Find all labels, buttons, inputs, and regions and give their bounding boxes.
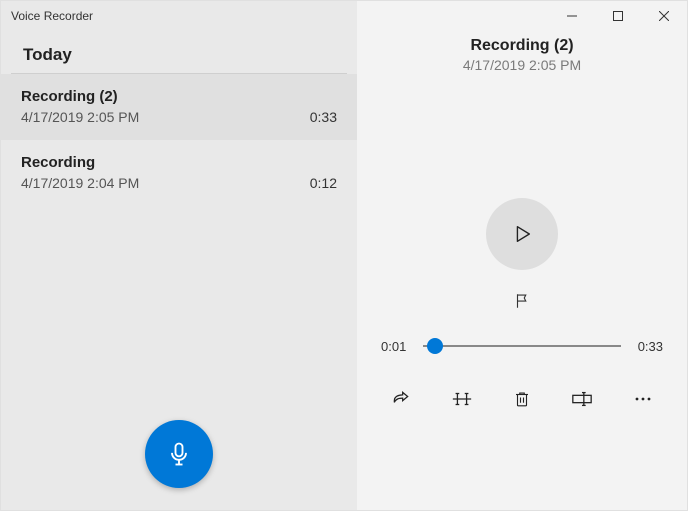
rename-icon bbox=[571, 391, 593, 407]
add-marker-button[interactable] bbox=[357, 292, 687, 310]
recording-title: Recording (2) bbox=[21, 88, 139, 105]
recording-date: 4/17/2019 2:05 PM bbox=[21, 109, 139, 125]
maximize-icon bbox=[613, 11, 623, 21]
minimize-button[interactable] bbox=[549, 1, 595, 31]
section-header: Today bbox=[11, 31, 347, 74]
detail-title: Recording (2) bbox=[357, 37, 687, 55]
play-icon bbox=[511, 223, 533, 245]
recordings-panel: Voice Recorder Today Recording (2) 4/17/2… bbox=[1, 1, 357, 510]
trim-button[interactable] bbox=[442, 379, 482, 419]
seek-thumb[interactable] bbox=[427, 338, 443, 354]
seek-track bbox=[423, 345, 621, 347]
recording-duration: 0:12 bbox=[310, 175, 337, 191]
recording-item[interactable]: Recording 4/17/2019 2:04 PM 0:12 bbox=[1, 140, 357, 206]
more-button[interactable] bbox=[623, 379, 663, 419]
maximize-button[interactable] bbox=[595, 1, 641, 31]
microphone-icon bbox=[165, 440, 193, 468]
app-title: Voice Recorder bbox=[11, 9, 93, 23]
share-icon bbox=[391, 389, 411, 409]
seek-slider[interactable] bbox=[423, 336, 621, 356]
recording-title: Recording bbox=[21, 154, 139, 171]
share-button[interactable] bbox=[381, 379, 421, 419]
trash-icon bbox=[513, 389, 531, 409]
record-button[interactable] bbox=[145, 420, 213, 488]
recording-date: 4/17/2019 2:04 PM bbox=[21, 175, 139, 191]
more-icon bbox=[634, 396, 652, 402]
minimize-icon bbox=[567, 11, 577, 21]
play-button[interactable] bbox=[486, 198, 558, 270]
trim-icon bbox=[451, 391, 473, 407]
action-toolbar bbox=[357, 372, 687, 426]
close-button[interactable] bbox=[641, 1, 687, 31]
detail-date: 4/17/2019 2:05 PM bbox=[357, 57, 687, 73]
recording-duration: 0:33 bbox=[310, 109, 337, 125]
window-controls bbox=[549, 1, 687, 31]
delete-button[interactable] bbox=[502, 379, 542, 419]
title-bar: Voice Recorder bbox=[1, 1, 357, 31]
voice-recorder-window: Voice Recorder Today Recording (2) 4/17/2… bbox=[0, 0, 688, 511]
close-icon bbox=[659, 11, 669, 21]
flag-icon bbox=[513, 292, 531, 310]
current-time: 0:01 bbox=[381, 339, 411, 354]
recording-item[interactable]: Recording (2) 4/17/2019 2:05 PM 0:33 bbox=[1, 74, 357, 140]
detail-header: Recording (2) 4/17/2019 2:05 PM bbox=[357, 37, 687, 73]
total-time: 0:33 bbox=[633, 339, 663, 354]
rename-button[interactable] bbox=[562, 379, 602, 419]
seek-bar: 0:01 0:33 bbox=[357, 336, 687, 356]
playback-panel: Recording (2) 4/17/2019 2:05 PM 0:01 0:3… bbox=[357, 1, 687, 510]
